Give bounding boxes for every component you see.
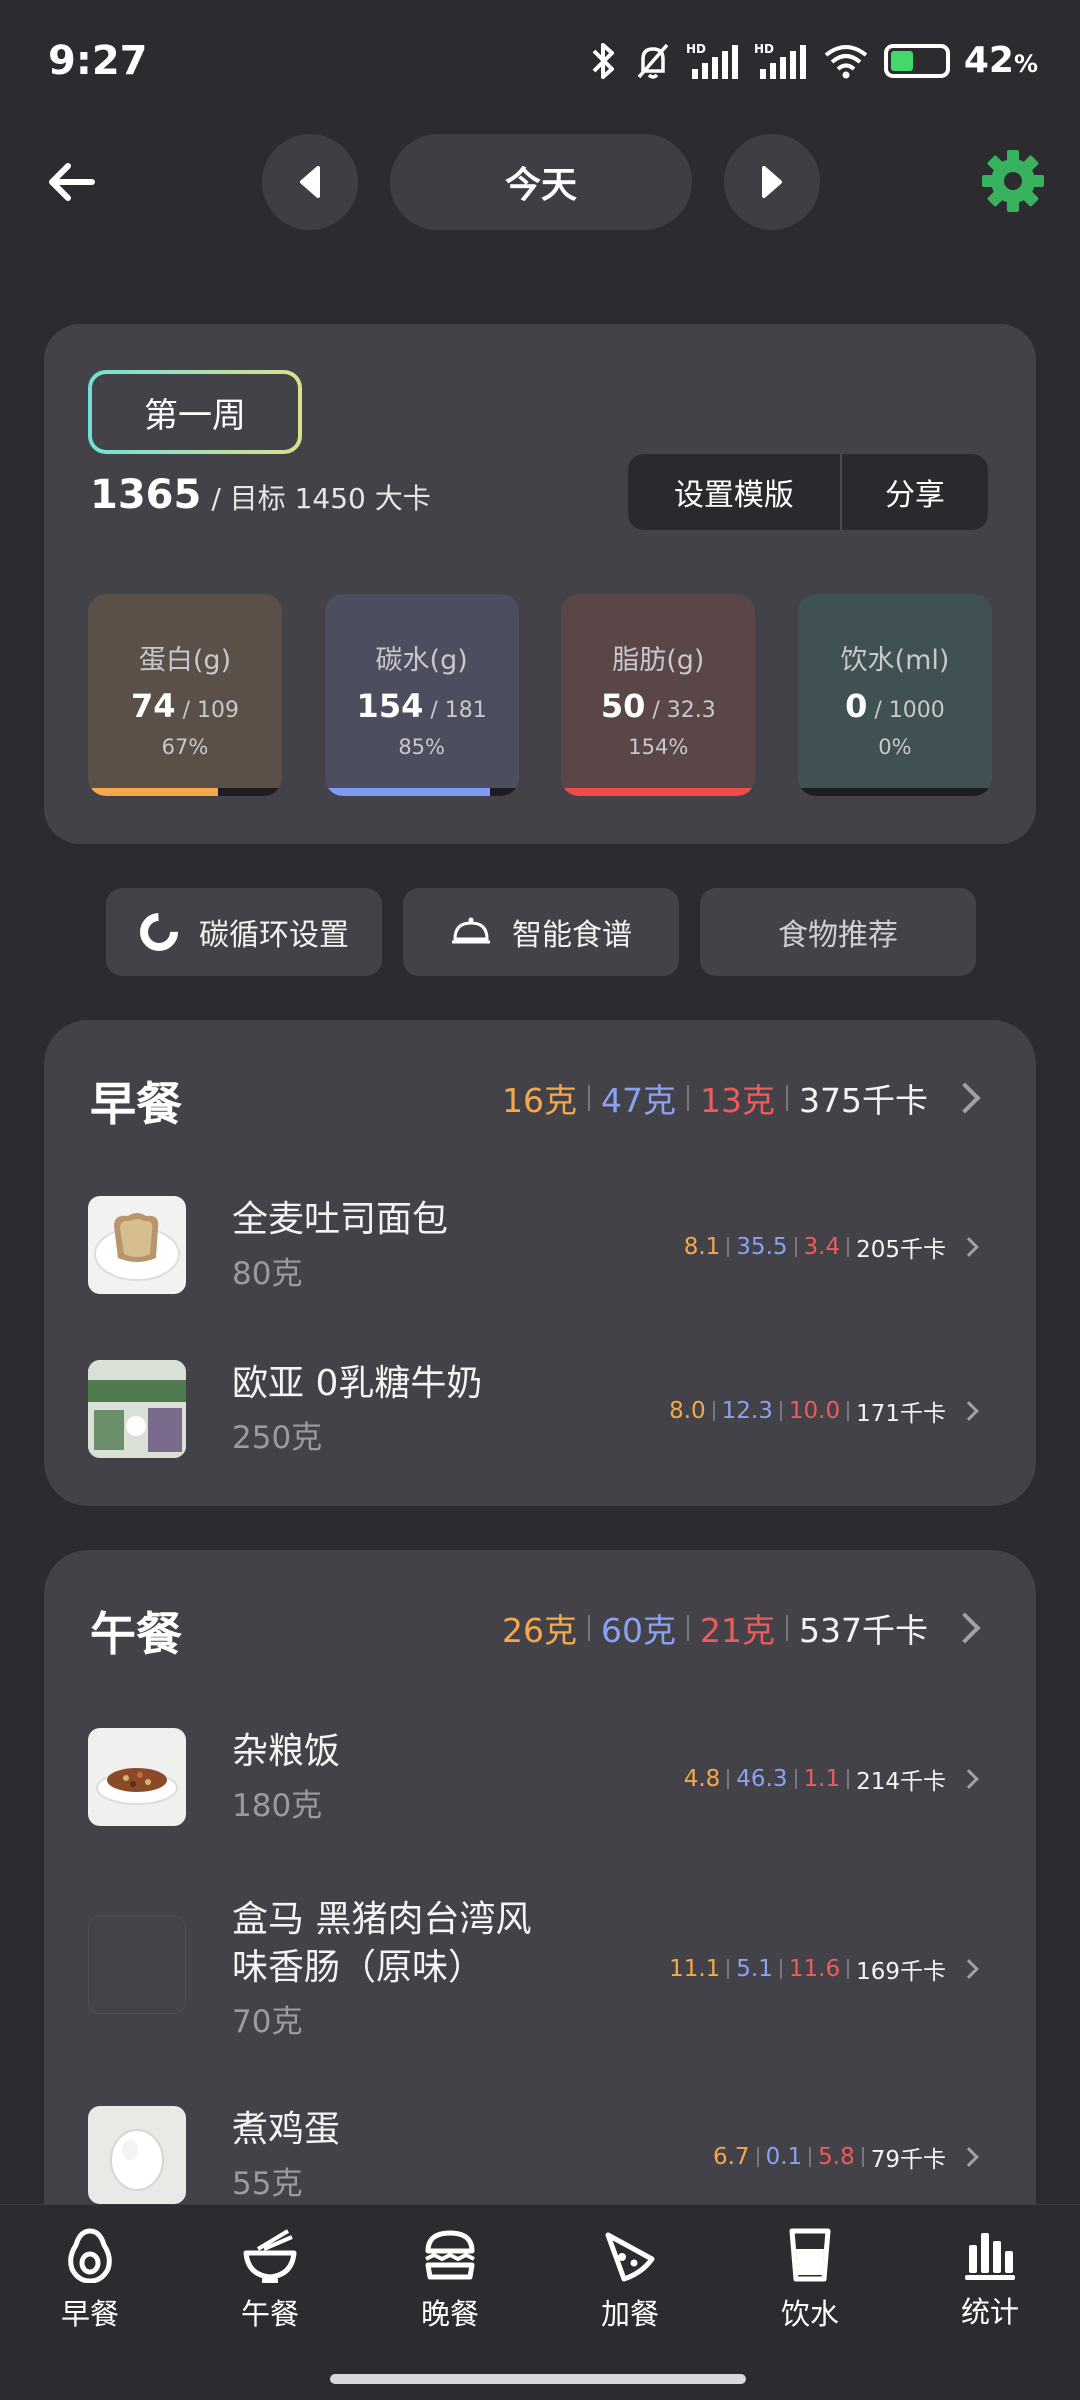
triangle-left-icon [300,166,320,198]
feature-buttons: 碳循环设置 智能食谱 食物推荐 [106,888,976,976]
carb-cycle-button[interactable]: 碳循环设置 [106,888,382,976]
chevron-right-icon [959,1237,979,1257]
macro-progress-bar [561,788,756,796]
tab-dinner[interactable]: 晚餐 [390,2227,510,2333]
share-button[interactable]: 分享 [842,454,988,530]
bar-chart-icon [965,2233,1015,2280]
back-arrow-icon[interactable] [42,152,102,212]
signal-icon-1: HD [686,42,738,79]
food-item[interactable]: 欧亚 0乳糖牛奶 250克 8.0 12.3 10.0 171千卡 [44,1360,1036,1480]
avocado-icon [68,2228,112,2283]
mute-bell-icon [637,43,669,79]
battery-percent: 42 [963,40,1014,81]
lunch-card: 午餐 26克 60克 21克 537千卡 杂粮饭 180克 4.8 46.3 1… [44,1550,1036,2270]
macro-cards: 蛋白(g) 74 / 109 67% 碳水(g) 154 / 181 85% 脂… [88,594,992,796]
home-indicator[interactable] [330,2374,746,2384]
bottom-tab-bar: 早餐 午餐 晚餐 加餐 饮水 统计 [0,2204,1080,2400]
food-item[interactable]: 盒马 黑猪肉台湾风 味香肠（原味） 70克 11.1 5.1 11.6 169千… [44,1896,1036,2046]
current-day-button[interactable]: 今天 [390,134,692,230]
svg-text:HD: HD [754,42,774,56]
meal-nutrition-summary[interactable]: 26克 60克 21克 537千卡 [502,1604,981,1652]
meal-title: 早餐 [90,1077,182,1131]
template-share-group: 设置模版 分享 [628,454,988,530]
empty-thumbnail [88,1916,186,2014]
water-glass-icon [789,2228,831,2282]
calorie-summary: 1365 / 目标 1450 大卡 [90,472,431,518]
chevron-right-icon [959,1959,979,1979]
tab-breakfast[interactable]: 早餐 [30,2227,150,2333]
tab-snack[interactable]: 加餐 [570,2227,690,2333]
food-recommend-button[interactable]: 食物推荐 [700,888,976,976]
macro-progress-bar [88,788,282,796]
chevron-right-icon [959,2147,979,2167]
smart-recipe-button[interactable]: 智能食谱 [403,888,679,976]
bluetooth-icon [592,42,614,79]
food-item[interactable]: 全麦吐司面包 80克 8.1 35.5 3.4 205千卡 [44,1196,1036,1316]
chevron-right-icon [959,1769,979,1789]
multigrain-rice-thumbnail [88,1728,186,1826]
status-time: 9:27 [48,38,148,84]
chevron-right-icon [949,1612,981,1644]
macro-card-water[interactable]: 饮水(ml) 0 / 1000 0% [797,594,992,796]
macro-card-carbs[interactable]: 碳水(g) 154 / 181 85% [324,594,519,796]
settings-gear-icon[interactable] [980,148,1046,214]
signal-icon-2: HD [754,42,806,79]
battery-icon [883,43,950,78]
week-badge[interactable]: 第一周 [88,370,302,454]
carb-cycle-icon [140,913,178,951]
breakfast-card: 早餐 16克 47克 13克 375千卡 全麦吐司面包 80克 8.1 35.5… [44,1020,1036,1506]
status-bar: 9:27 HD HD 42% [48,38,1038,84]
pizza-slice-icon [605,2232,655,2282]
toast-thumbnail [88,1196,186,1294]
wifi-icon [824,44,868,78]
svg-text:HD: HD [686,42,706,56]
tab-stats[interactable]: 统计 [930,2227,1050,2331]
next-day-button[interactable] [724,134,820,230]
previous-day-button[interactable] [262,134,358,230]
macro-progress-bar [797,788,992,796]
boiled-egg-thumbnail [88,2106,186,2204]
food-item[interactable]: 杂粮饭 180克 4.8 46.3 1.1 214千卡 [44,1728,1036,1848]
macro-card-protein[interactable]: 蛋白(g) 74 / 109 67% [88,594,282,796]
set-template-button[interactable]: 设置模版 [628,454,842,530]
chevron-right-icon [959,1401,979,1421]
macro-card-fat[interactable]: 脂肪(g) 50 / 32.3 154% [561,594,756,796]
calorie-value: 1365 [90,472,202,518]
tab-water[interactable]: 饮水 [750,2227,870,2333]
triangle-right-icon [762,166,782,198]
burger-icon [425,2230,475,2280]
milk-carton-thumbnail [88,1360,186,1458]
dish-cover-icon [452,917,490,944]
macro-progress-bar [324,788,519,796]
noodle-bowl-icon [243,2229,297,2283]
top-nav: 今天 [0,134,1080,230]
chevron-right-icon [949,1082,981,1114]
tab-lunch[interactable]: 午餐 [210,2227,330,2333]
meal-title: 午餐 [90,1607,182,1661]
meal-nutrition-summary[interactable]: 16克 47克 13克 375千卡 [502,1074,981,1122]
calorie-target: / 目标 1450 大卡 [211,482,431,515]
daily-summary-card: 第一周 1365 / 目标 1450 大卡 设置模版 分享 蛋白(g) 74 /… [44,324,1036,844]
